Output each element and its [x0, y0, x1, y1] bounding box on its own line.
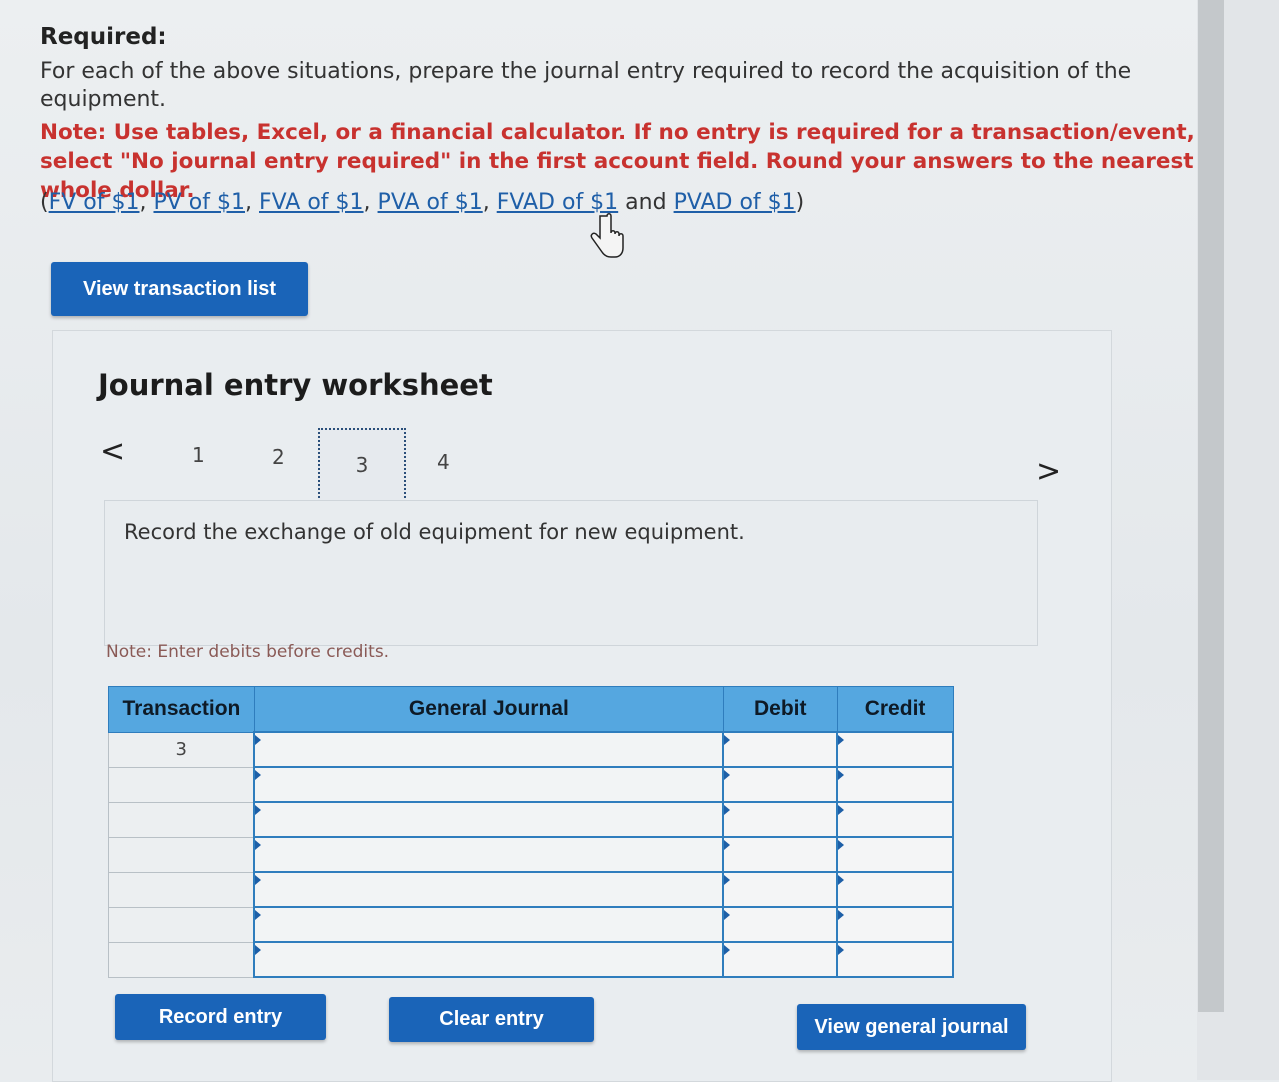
- dropdown-indicator-icon: [255, 735, 262, 745]
- debits-before-credits-note: Note: Enter debits before credits.: [106, 642, 390, 662]
- and-text: and: [618, 190, 674, 215]
- credit-input[interactable]: [836, 906, 954, 943]
- page-tab-2[interactable]: 2: [272, 445, 285, 469]
- dropdown-indicator-icon: [255, 840, 262, 850]
- account-dropdown[interactable]: [253, 836, 725, 873]
- dropdown-indicator-icon: [838, 805, 845, 815]
- header-credit: Credit: [836, 686, 954, 733]
- view-transaction-list-button[interactable]: View transaction list: [51, 262, 308, 316]
- transaction-cell: 3: [108, 731, 255, 768]
- dropdown-indicator-icon: [838, 910, 845, 920]
- dropdown-indicator-icon: [724, 875, 731, 885]
- pager-prev-icon[interactable]: <: [100, 434, 125, 469]
- separator: ,: [245, 190, 259, 215]
- table-row: [108, 941, 954, 978]
- required-label: Required:: [40, 24, 167, 50]
- page-tab-3-label: 3: [355, 453, 369, 477]
- header-transaction: Transaction: [108, 686, 255, 733]
- credit-input[interactable]: [836, 731, 954, 768]
- credit-input[interactable]: [836, 836, 954, 873]
- page-tab-3-current[interactable]: 3: [318, 428, 406, 502]
- dropdown-indicator-icon: [724, 735, 731, 745]
- debit-input[interactable]: [722, 731, 839, 768]
- record-entry-button[interactable]: Record entry: [115, 994, 326, 1040]
- account-dropdown[interactable]: [253, 941, 725, 978]
- view-general-journal-button[interactable]: View general journal: [797, 1004, 1026, 1050]
- dropdown-indicator-icon: [255, 910, 262, 920]
- transaction-cell: [108, 906, 255, 943]
- debit-input[interactable]: [722, 766, 839, 803]
- table-row: [108, 836, 954, 873]
- page-tab-4[interactable]: 4: [437, 450, 450, 474]
- journal-entry-table: Transaction General Journal Debit Credit…: [108, 686, 954, 978]
- link-fv[interactable]: FV of $1: [49, 190, 140, 215]
- dropdown-indicator-icon: [838, 875, 845, 885]
- hand-pointer-icon: [590, 213, 624, 258]
- worksheet-title: Journal entry worksheet: [98, 368, 493, 402]
- paren-close: ): [795, 190, 805, 215]
- table-links: (FV of $1, PV of $1, FVA of $1, PVA of $…: [40, 190, 804, 215]
- dropdown-indicator-icon: [838, 840, 845, 850]
- credit-input[interactable]: [836, 941, 954, 978]
- dropdown-indicator-icon: [255, 805, 262, 815]
- account-dropdown[interactable]: [253, 871, 725, 908]
- dropdown-indicator-icon: [724, 910, 731, 920]
- debit-input[interactable]: [722, 941, 839, 978]
- dropdown-indicator-icon: [724, 805, 731, 815]
- dropdown-indicator-icon: [838, 945, 845, 955]
- link-pvad[interactable]: PVAD of $1: [674, 190, 796, 215]
- transaction-cell: [108, 836, 255, 873]
- table-row: 3: [108, 731, 954, 768]
- transaction-cell: [108, 871, 255, 908]
- account-dropdown[interactable]: [253, 766, 725, 803]
- debit-input[interactable]: [722, 801, 839, 838]
- header-debit: Debit: [722, 686, 838, 733]
- table-row: [108, 871, 954, 908]
- account-dropdown[interactable]: [253, 731, 725, 768]
- clear-entry-button[interactable]: Clear entry: [389, 997, 594, 1042]
- credit-input[interactable]: [836, 801, 954, 838]
- debit-input[interactable]: [722, 871, 839, 908]
- credit-input[interactable]: [836, 871, 954, 908]
- header-general-journal: General Journal: [253, 686, 724, 733]
- transaction-cell: [108, 766, 255, 803]
- dropdown-indicator-icon: [255, 770, 262, 780]
- table-row: [108, 906, 954, 943]
- transaction-cell: [108, 941, 255, 978]
- separator: ,: [139, 190, 154, 215]
- instructions-text: For each of the above situations, prepar…: [40, 59, 1132, 112]
- transaction-cell: [108, 801, 255, 838]
- dropdown-indicator-icon: [255, 945, 262, 955]
- separator: ,: [482, 190, 497, 215]
- transaction-description: Record the exchange of old equipment for…: [124, 520, 745, 544]
- account-dropdown[interactable]: [253, 906, 725, 943]
- dropdown-indicator-icon: [255, 875, 262, 885]
- debit-input[interactable]: [722, 836, 839, 873]
- account-dropdown[interactable]: [253, 801, 725, 838]
- dropdown-indicator-icon: [724, 840, 731, 850]
- paren-open: (: [40, 190, 49, 215]
- table-row: [108, 801, 954, 838]
- link-pv[interactable]: PV of $1: [153, 190, 245, 215]
- separator: ,: [363, 190, 378, 215]
- table-header-row: Transaction General Journal Debit Credit: [108, 686, 954, 733]
- link-fva[interactable]: FVA of $1: [259, 190, 364, 215]
- table-row: [108, 766, 954, 803]
- dropdown-indicator-icon: [838, 770, 845, 780]
- page-tab-1[interactable]: 1: [192, 443, 205, 467]
- dropdown-indicator-icon: [724, 770, 731, 780]
- pager-next-icon[interactable]: >: [1036, 454, 1061, 489]
- dropdown-indicator-icon: [838, 735, 845, 745]
- link-pva[interactable]: PVA of $1: [378, 190, 483, 215]
- debit-input[interactable]: [722, 906, 839, 943]
- dropdown-indicator-icon: [724, 945, 731, 955]
- credit-input[interactable]: [836, 766, 954, 803]
